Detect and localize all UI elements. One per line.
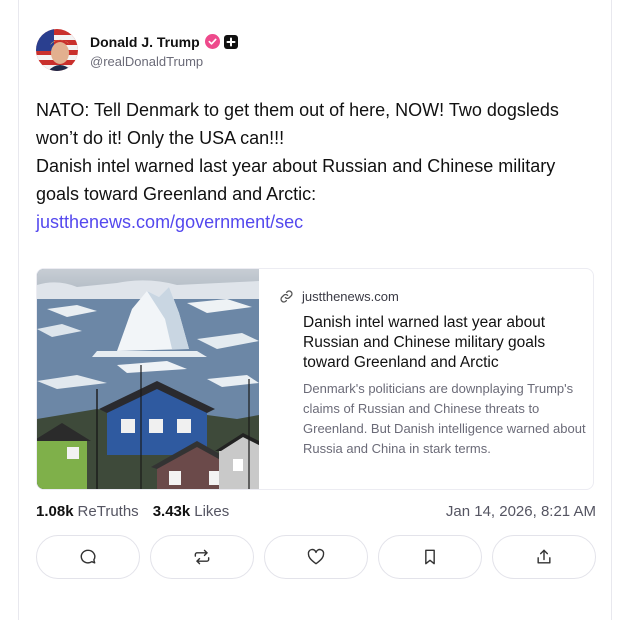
retruths-label[interactable]: ReTruths bbox=[78, 503, 139, 520]
share-button[interactable] bbox=[492, 535, 596, 579]
retruths-count[interactable]: 1.08k bbox=[36, 503, 74, 520]
feed-left-border bbox=[18, 0, 19, 620]
post-stats: 1.08k ReTruths 3.43k Likes Jan 14, 2026,… bbox=[36, 501, 596, 521]
link-icon bbox=[280, 289, 293, 303]
link-preview-card[interactable]: justthenews.com Danish intel warned last… bbox=[36, 268, 594, 490]
avatar[interactable] bbox=[36, 29, 78, 71]
likes-count[interactable]: 3.43k bbox=[153, 503, 191, 520]
post-paragraph-2: Danish intel warned last year about Russ… bbox=[36, 152, 596, 236]
link-preview-title: Danish intel warned last year about Russ… bbox=[303, 314, 546, 371]
feed-right-border bbox=[611, 0, 612, 620]
post-body: NATO: Tell Denmark to get them out of he… bbox=[36, 96, 596, 236]
post: Donald J. Trump @realDonaldTrump NATO: T… bbox=[36, 28, 596, 579]
like-button[interactable] bbox=[264, 535, 368, 579]
retruth-button[interactable] bbox=[150, 535, 254, 579]
link-preview-domain: justthenews.com bbox=[302, 288, 399, 304]
post-link[interactable]: justthenews.com/government/sec bbox=[36, 212, 303, 232]
post-timestamp[interactable]: Jan 14, 2026, 8:21 AM bbox=[446, 503, 596, 520]
verified-badge-icon bbox=[204, 34, 220, 49]
display-name[interactable]: Donald J. Trump bbox=[90, 34, 200, 50]
subscriber-plus-icon bbox=[223, 34, 238, 49]
bookmark-icon bbox=[425, 549, 435, 565]
link-preview-info: justthenews.com Danish intel warned last… bbox=[259, 269, 593, 489]
link-preview-description: Denmark's politicians are downplaying Tr… bbox=[303, 381, 586, 456]
like-icon bbox=[307, 548, 325, 565]
likes-label[interactable]: Likes bbox=[194, 503, 229, 520]
post-header: Donald J. Trump @realDonaldTrump bbox=[36, 28, 596, 72]
reply-button[interactable] bbox=[36, 535, 140, 579]
bookmark-button[interactable] bbox=[378, 535, 482, 579]
link-preview-image bbox=[37, 269, 259, 489]
post-paragraph-2-text: Danish intel warned last year about Russ… bbox=[36, 156, 556, 204]
share-icon bbox=[537, 549, 551, 564]
post-paragraph-1: NATO: Tell Denmark to get them out of he… bbox=[36, 100, 559, 148]
action-bar bbox=[36, 535, 596, 579]
retruth-icon bbox=[194, 549, 210, 565]
reply-icon bbox=[80, 549, 96, 564]
handle[interactable]: @realDonaldTrump bbox=[90, 54, 238, 69]
